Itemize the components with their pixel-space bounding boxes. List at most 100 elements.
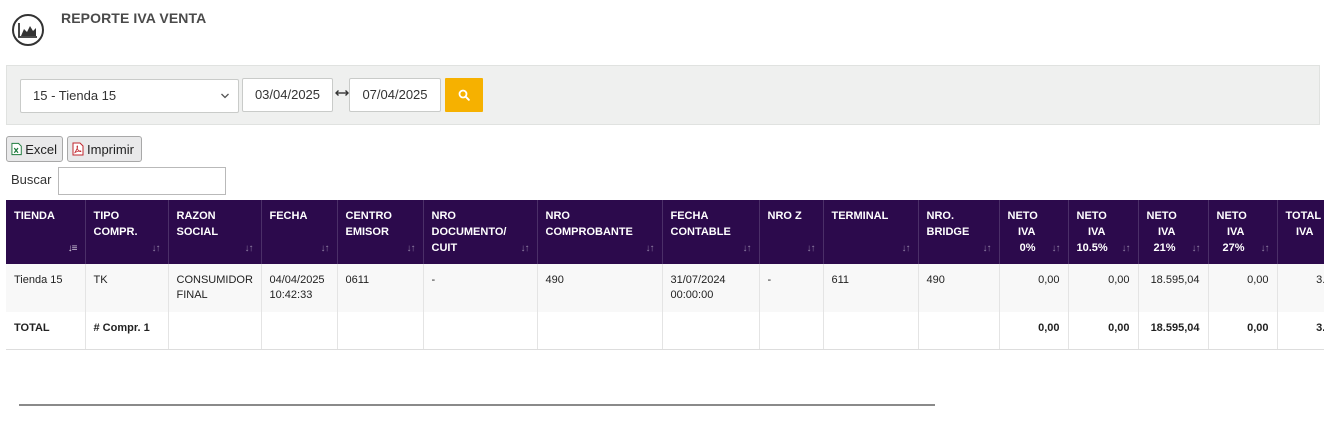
column-header-label: NETO IVA 21% <box>1146 210 1177 254</box>
date-from-input[interactable]: 03/04/2025 <box>242 78 333 112</box>
sort-icon[interactable]: ↓↑ <box>245 241 254 257</box>
column-header[interactable]: FECHA CONTABLE ↓↑ <box>662 200 760 264</box>
column-header[interactable]: NETO IVA 27% ↓↑ <box>1208 200 1278 264</box>
column-header[interactable]: RAZON SOCIAL ↓↑ <box>168 200 262 264</box>
filter-bar: 15 - Tienda 15 03/04/2025 07/04/2025 <box>6 65 1320 125</box>
search-input[interactable] <box>58 167 226 195</box>
table-body: Tienda 15 TK CONSUMIDOR FINAL 04/04/2025 10… <box>6 264 1324 350</box>
sort-icon[interactable]: ↓↑ <box>1122 241 1131 257</box>
table-cell <box>261 312 338 350</box>
table-cell <box>662 312 760 350</box>
column-header[interactable]: NETO IVA 0% ↓↑ <box>999 200 1069 264</box>
column-header-label: NRO Z <box>767 210 802 222</box>
table-cell: 0,00 <box>1208 264 1278 312</box>
column-header[interactable]: TIENDA ↓≡ <box>6 200 86 264</box>
date-to-input[interactable]: 07/04/2025 <box>349 78 441 112</box>
sort-icon[interactable]: ↓≡ <box>68 241 78 257</box>
table-cell: - <box>423 264 538 312</box>
column-header-label: RAZON SOCIAL <box>176 210 219 238</box>
excel-file-icon <box>11 142 22 156</box>
column-header[interactable]: NETO IVA 10.5% ↓↑ <box>1068 200 1139 264</box>
table-cell: 490 <box>918 264 1000 312</box>
column-header-label: TIPO COMPR. <box>93 210 138 238</box>
column-header[interactable]: NETO IVA 21% ↓↑ <box>1138 200 1209 264</box>
store-select-value: 15 - Tienda 15 <box>33 88 117 103</box>
column-header[interactable]: TIPO COMPR. ↓↑ <box>85 200 169 264</box>
table-cell: 490 <box>537 264 663 312</box>
excel-label: Excel <box>25 141 57 157</box>
sort-icon[interactable]: ↓↑ <box>1192 241 1201 257</box>
table-cell <box>537 312 663 350</box>
column-header-label: FECHA CONTABLE <box>670 210 731 238</box>
column-header-label: NRO COMPROBANTE <box>545 210 633 238</box>
report-table: TIENDA ↓≡ TIPO COMPR. ↓↑ RAZON SOCIAL ↓↑ FECHA… <box>6 200 1324 350</box>
column-header-label: NETO IVA 10.5% <box>1076 210 1108 254</box>
table-cell <box>823 312 919 350</box>
table-cell: 0,00 <box>999 264 1069 312</box>
column-header[interactable]: FECHA ↓↑ <box>261 200 338 264</box>
table-cell <box>918 312 1000 350</box>
sort-icon[interactable]: ↓↑ <box>1052 241 1061 257</box>
page-title: REPORTE IVA VENTA <box>61 10 207 26</box>
sort-icon[interactable]: ↓↑ <box>407 241 416 257</box>
sort-icon[interactable]: ↓↑ <box>521 241 530 257</box>
search-button[interactable] <box>445 78 483 112</box>
sort-icon[interactable]: ↓↑ <box>902 241 911 257</box>
sort-icon[interactable]: ↓↑ <box>743 241 752 257</box>
column-header-label: NETO IVA 0% <box>1007 210 1038 254</box>
table-row: Tienda 15 TK CONSUMIDOR FINAL 04/04/2025 10… <box>6 264 1324 312</box>
total-row: TOTAL# Compr. 10,000,0018.595,040,003.90 <box>6 312 1324 350</box>
column-header[interactable]: CENTRO EMISOR ↓↑ <box>337 200 424 264</box>
table-cell: 3.90 <box>1277 312 1324 350</box>
column-header-label: TERMINAL <box>831 210 889 222</box>
table-cell: # Compr. 1 <box>85 312 169 350</box>
search-icon <box>458 89 470 101</box>
print-button[interactable]: Imprimir <box>67 136 142 162</box>
table-cell <box>337 312 424 350</box>
table-cell: 18.595,04 <box>1138 312 1209 350</box>
print-label: Imprimir <box>87 141 134 157</box>
table-cell: CONSUMIDOR FINAL <box>168 264 262 312</box>
page-header <box>12 13 44 47</box>
table-cell: TOTAL <box>6 312 86 350</box>
range-arrow-icon <box>335 90 349 96</box>
pdf-file-icon <box>72 142 84 156</box>
table-header-row: TIENDA ↓≡ TIPO COMPR. ↓↑ RAZON SOCIAL ↓↑ FECHA… <box>6 200 1324 264</box>
table-cell: 0,00 <box>1208 312 1278 350</box>
table-cell: - <box>759 264 824 312</box>
sort-icon[interactable]: ↓↑ <box>321 241 330 257</box>
table-cell: 0,00 <box>1068 264 1139 312</box>
column-header-label: NETO IVA 27% <box>1216 210 1247 254</box>
table-cell: 18.595,04 <box>1138 264 1209 312</box>
column-header[interactable]: NRO DOCUMENTO/ CUIT ↓↑ <box>423 200 538 264</box>
table-cell <box>759 312 824 350</box>
table-cell <box>423 312 538 350</box>
column-header-label: CENTRO EMISOR <box>345 210 392 238</box>
column-header[interactable]: NRO Z ↓↑ <box>759 200 824 264</box>
divider <box>19 404 935 406</box>
column-header[interactable]: NRO. BRIDGE ↓↑ <box>918 200 1000 264</box>
column-header-label: TOTAL IVA <box>1285 210 1322 238</box>
table-cell: 0611 <box>337 264 424 312</box>
column-header-label: FECHA <box>269 210 308 222</box>
table-cell: TK <box>85 264 169 312</box>
store-select[interactable]: 15 - Tienda 15 <box>20 79 239 113</box>
column-header-label: TIENDA <box>14 210 55 222</box>
table-cell: 04/04/2025 10:42:33 <box>261 264 338 312</box>
column-header[interactable]: TOTAL IVA↓↑ <box>1277 200 1324 264</box>
table-cell: 611 <box>823 264 919 312</box>
sort-icon[interactable]: ↓↑ <box>152 241 161 257</box>
table-cell: 31/07/2024 00:00:00 <box>662 264 760 312</box>
sort-icon[interactable]: ↓↑ <box>646 241 655 257</box>
column-header-label: NRO. BRIDGE <box>926 210 970 238</box>
column-header-label: NRO DOCUMENTO/ CUIT <box>431 210 507 254</box>
search-label: Buscar <box>11 172 52 187</box>
excel-export-button[interactable]: Excel <box>6 136 63 162</box>
sort-icon[interactable]: ↓↑ <box>983 241 992 257</box>
column-header[interactable]: NRO COMPROBANTE ↓↑ <box>537 200 663 264</box>
column-header[interactable]: TERMINAL ↓↑ <box>823 200 919 264</box>
table-cell: 0,00 <box>1068 312 1139 350</box>
sort-icon[interactable]: ↓↑ <box>1261 241 1270 257</box>
table-cell: 0,00 <box>999 312 1069 350</box>
sort-icon[interactable]: ↓↑ <box>807 241 816 257</box>
